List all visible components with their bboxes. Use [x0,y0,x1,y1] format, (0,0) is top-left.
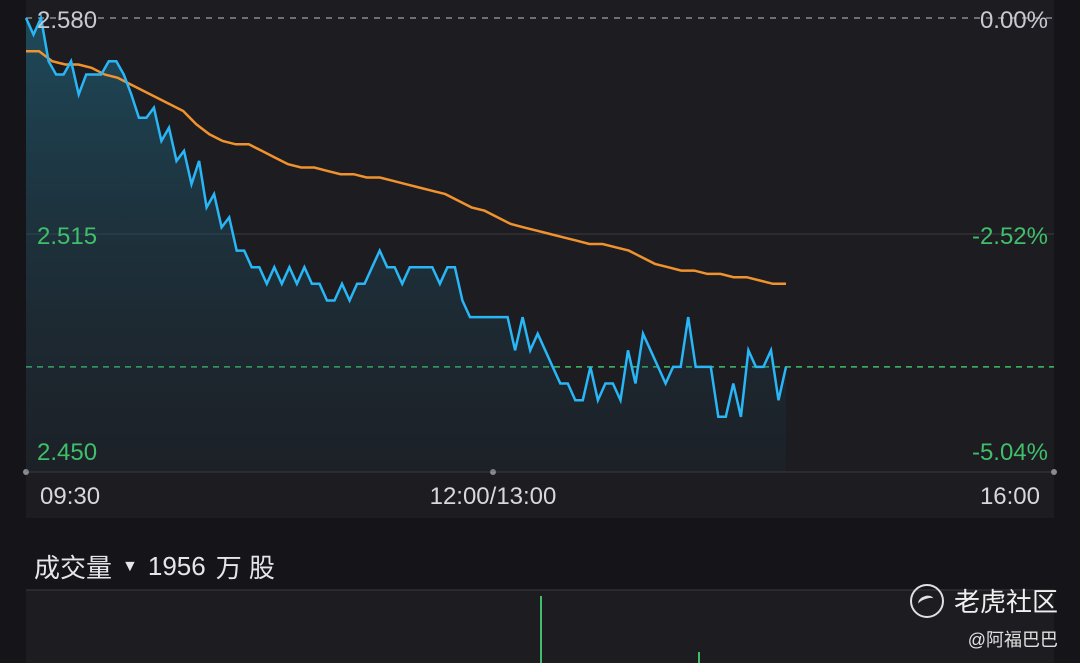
author-handle: @阿福巴巴 [967,630,1058,650]
caret-down-icon[interactable]: ▼ [122,558,138,576]
tiger-logo-icon [909,583,944,618]
watermark-text: 老虎社区 [953,587,1058,617]
y-right-tick-label: 0.00% [980,7,1048,34]
volume-label: 成交量 [34,553,113,583]
y-right-tick-label: -2.52% [972,223,1048,250]
x-tick-label: 16:00 [980,483,1040,510]
y-left-tick-label: 2.580 [37,7,97,34]
volume-bar [698,652,700,663]
volume-bar [540,596,542,663]
y-left-tick-label: 2.450 [37,439,97,466]
y-left-tick-label: 2.515 [37,223,97,250]
volume-total: 1956 [147,551,206,581]
volume-panel-background [26,590,1054,663]
axis-dot [1051,469,1057,475]
intraday-chart[interactable]: 2.580 0.00% 2.515 -2.52% 2.450 -5.04% 09:30 12:… [0,0,1080,520]
volume-axis-max: 206.1万 股 [32,601,138,626]
stage: 2.580 0.00% 2.515 -2.52% 2.450 -5.04% 09:30 12:… [0,0,1080,663]
volume-header[interactable]: 成交量 ▼ 1956 万 股 [34,548,275,585]
x-tick-label: 09:30 [40,483,100,510]
x-tick-label: 12:00/13:00 [430,483,557,510]
chart-svg: 2.580 0.00% 2.515 -2.52% 2.450 -5.04% 09:30 12:… [23,0,1057,518]
y-right-tick-label: -5.04% [972,439,1048,466]
volume-unit: 万 股 [215,553,275,583]
watermark: 老虎社区 [909,582,1058,619]
